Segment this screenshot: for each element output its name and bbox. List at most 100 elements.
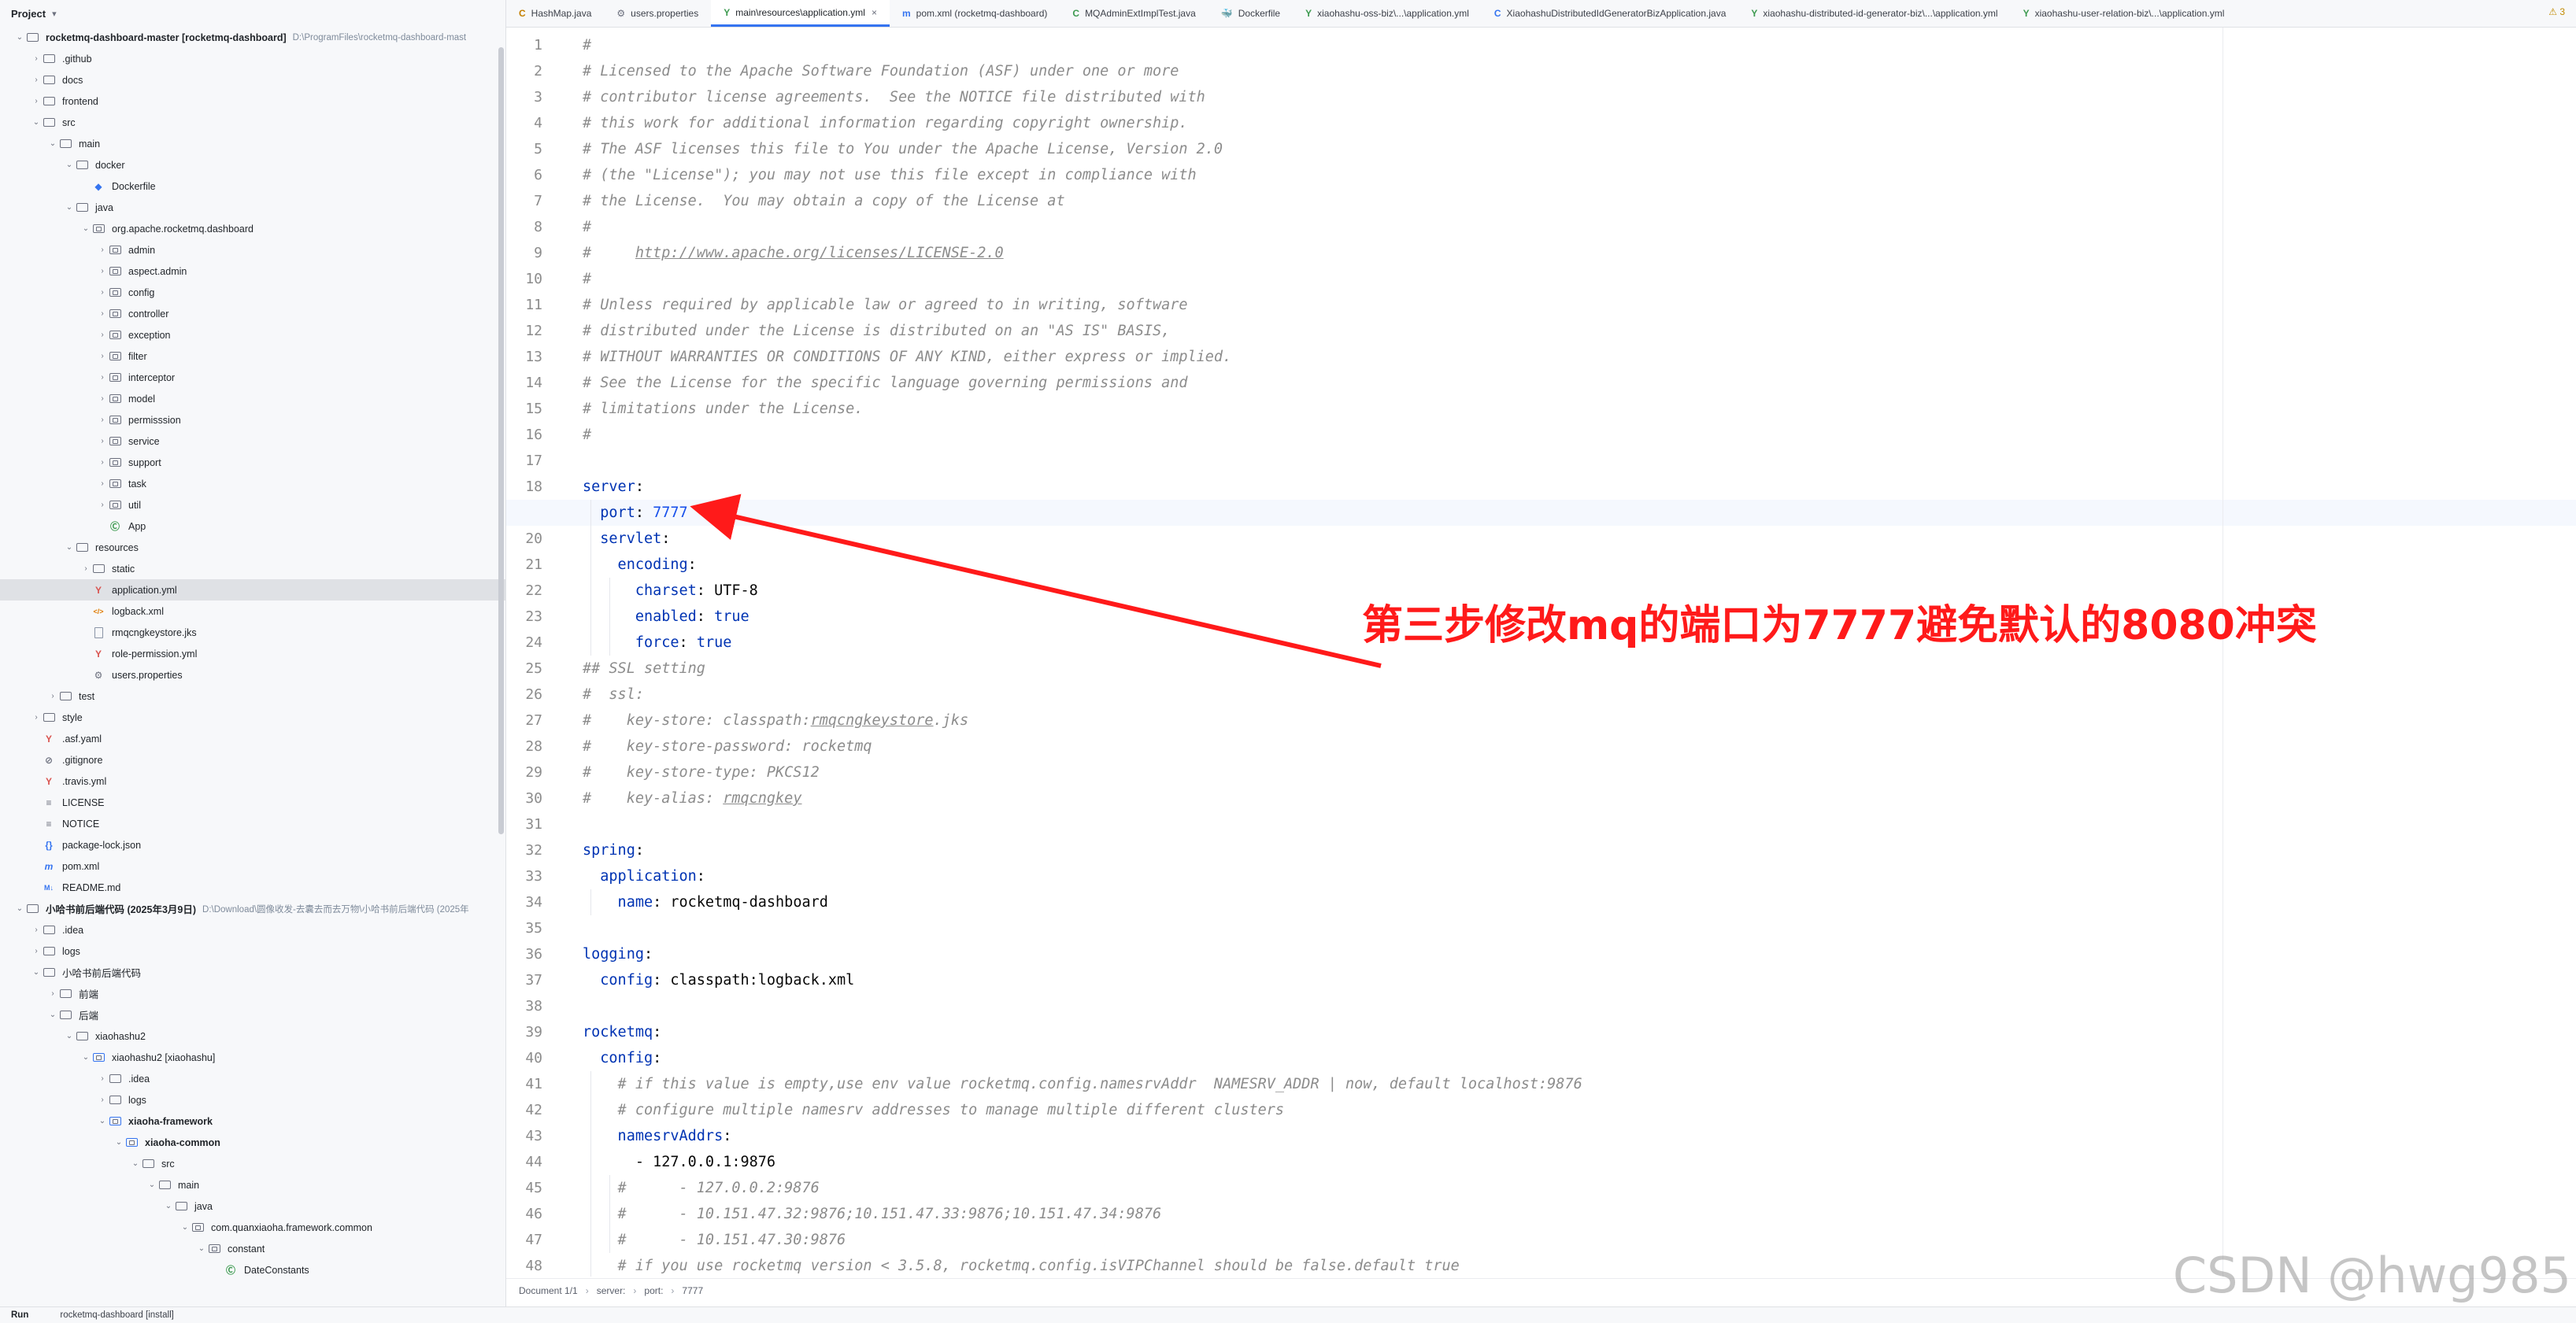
tree-row[interactable]: › exception <box>0 324 505 346</box>
tree-row[interactable]: › docs <box>0 69 505 91</box>
chevron-right-icon[interactable]: › <box>80 564 91 573</box>
tree-row[interactable]: › config <box>0 282 505 303</box>
chevron-right-icon[interactable]: › <box>97 501 108 509</box>
code-line[interactable]: # key-alias: rmqcngkey <box>583 785 2576 811</box>
tree-row[interactable]: › controller <box>0 303 505 324</box>
code-line[interactable]: # the License. You may obtain a copy of … <box>583 188 2576 214</box>
tree-row[interactable]: ≡ LICENSE <box>0 792 505 813</box>
tree-row[interactable]: ⌄ main <box>0 133 505 154</box>
breadcrumb-item[interactable]: server: <box>597 1285 626 1296</box>
tree-row[interactable]: ⌄ src <box>0 112 505 133</box>
code-line[interactable]: # key-store-password: rocketmq <box>583 734 2576 759</box>
editor-tab[interactable]: 🐳 Dockerfile <box>1208 0 1293 27</box>
chevron-down-icon[interactable]: ⌄ <box>146 1181 157 1189</box>
editor-tab[interactable]: C HashMap.java <box>506 0 604 27</box>
tree-row[interactable]: › test <box>0 686 505 707</box>
tree-row[interactable]: › aspect.admin <box>0 261 505 282</box>
code-line[interactable] <box>583 811 2576 837</box>
chevron-down-icon[interactable]: ⌄ <box>14 904 25 913</box>
chevron-down-icon[interactable]: ⌄ <box>47 1011 58 1019</box>
chevron-right-icon[interactable]: › <box>97 309 108 318</box>
tree-row[interactable]: Y .travis.yml <box>0 771 505 792</box>
tree-row[interactable]: ◆ Dockerfile <box>0 176 505 197</box>
tree-row[interactable]: › logs <box>0 941 505 962</box>
tree-row[interactable]: </> logback.xml <box>0 601 505 622</box>
chevron-down-icon[interactable]: ⌄ <box>31 968 42 977</box>
chevron-right-icon[interactable]: › <box>97 437 108 445</box>
code-area[interactable]: # # Licensed to the Apache Software Found… <box>506 28 2576 1277</box>
chevron-right-icon[interactable]: › <box>47 692 58 700</box>
tree-row[interactable]: › admin <box>0 239 505 261</box>
chevron-right-icon[interactable]: › <box>97 331 108 339</box>
tree-row[interactable]: ⌄ java <box>0 1196 505 1217</box>
tree-row[interactable]: ⌄ docker <box>0 154 505 176</box>
tree-row[interactable]: ⌄ xiaoha-common <box>0 1132 505 1153</box>
editor-tab[interactable]: C XiaohashuDistributedIdGeneratorBizAppli… <box>1482 0 1739 27</box>
chevron-down-icon[interactable]: ⌄ <box>130 1159 141 1168</box>
tree-row[interactable]: › model <box>0 388 505 409</box>
chevron-right-icon[interactable]: › <box>31 713 42 722</box>
chevron-down-icon[interactable]: ⌄ <box>97 1117 108 1125</box>
project-scrollbar[interactable] <box>498 47 504 834</box>
chevron-down-icon[interactable]: ⌄ <box>80 1053 91 1062</box>
tree-row[interactable]: ⌄ xiaohashu2 <box>0 1026 505 1047</box>
chevron-right-icon[interactable]: › <box>97 352 108 360</box>
code-line[interactable]: # key-store-type: PKCS12 <box>583 759 2576 785</box>
code-line[interactable]: # distributed under the License is distr… <box>583 318 2576 344</box>
code-line[interactable]: config: <box>583 1045 2576 1071</box>
tree-row[interactable]: › service <box>0 431 505 452</box>
editor-tab[interactable]: Yxiaohashu-distributed-id-generator-biz\… <box>1738 0 2010 27</box>
chevron-down-icon[interactable]: ⌄ <box>64 1032 75 1040</box>
tree-row[interactable]: ⌄ resources <box>0 537 505 558</box>
code-line[interactable]: server: <box>583 474 2576 500</box>
chevron-right-icon[interactable]: › <box>47 989 58 998</box>
chevron-right-icon[interactable]: › <box>97 373 108 382</box>
chevron-right-icon[interactable]: › <box>97 246 108 254</box>
tree-row[interactable]: › style <box>0 707 505 728</box>
code-line[interactable]: application: <box>583 863 2576 889</box>
tree-row[interactable]: ⌄ com.quanxiaoha.framework.common <box>0 1217 505 1238</box>
breadcrumb-item[interactable]: port: <box>644 1285 663 1296</box>
tree-row[interactable]: ⌄ constant <box>0 1238 505 1259</box>
chevron-right-icon[interactable]: › <box>97 288 108 297</box>
code-line[interactable]: # (the "License"); you may not use this … <box>583 162 2576 188</box>
code-editor[interactable]: 1234567891011121314151617181920212223242… <box>506 28 2576 1277</box>
tree-row[interactable]: › .github <box>0 48 505 69</box>
tree-row[interactable]: m pom.xml <box>0 856 505 877</box>
tree-row[interactable]: › static <box>0 558 505 579</box>
tree-row[interactable]: › frontend <box>0 91 505 112</box>
code-line[interactable]: # contributor license agreements. See th… <box>583 84 2576 110</box>
code-line[interactable]: config: classpath:logback.xml <box>583 967 2576 993</box>
code-line[interactable]: port: 7777 <box>506 500 2576 526</box>
chevron-right-icon[interactable]: › <box>97 1096 108 1104</box>
chevron-down-icon[interactable]: ⌄ <box>64 203 75 212</box>
tree-row[interactable]: ⌄ rocketmq-dashboard-master [rocketmq-das… <box>0 27 505 48</box>
code-line[interactable]: # key-store: classpath:rmqcngkeystore.jk… <box>583 708 2576 734</box>
tree-row[interactable]: Yrole-permission.yml <box>0 643 505 664</box>
chevron-down-icon[interactable]: ⌄ <box>64 161 75 169</box>
code-line[interactable]: # limitations under the License. <box>583 396 2576 422</box>
code-line[interactable]: ## SSL setting <box>583 656 2576 682</box>
chevron-right-icon[interactable]: › <box>97 1074 108 1083</box>
editor-tab[interactable]: Ymain\resources\application.yml × <box>711 0 890 27</box>
code-line[interactable]: # <box>583 32 2576 58</box>
tree-row[interactable]: Ⓒ DateConstants <box>0 1259 505 1281</box>
tree-row[interactable]: ⌄ 后端 <box>0 1004 505 1026</box>
chevron-down-icon[interactable]: ⌄ <box>180 1223 191 1232</box>
chevron-right-icon[interactable]: › <box>31 947 42 955</box>
tree-row[interactable]: ⌄ main <box>0 1174 505 1196</box>
tree-row[interactable]: ⌄ src <box>0 1153 505 1174</box>
chevron-down-icon[interactable]: ⌄ <box>196 1244 207 1253</box>
tree-row[interactable]: › support <box>0 452 505 473</box>
code-line[interactable]: # http://www.apache.org/licenses/LICENSE… <box>583 240 2576 266</box>
tree-row[interactable]: {} package-lock.json <box>0 834 505 856</box>
run-tool-label[interactable]: Run <box>11 1310 28 1320</box>
code-line[interactable]: # <box>583 266 2576 292</box>
warnings-badge[interactable]: ⚠ 3 <box>2548 6 2565 17</box>
code-line[interactable] <box>583 993 2576 1019</box>
chevron-right-icon[interactable]: › <box>31 97 42 105</box>
code-line[interactable] <box>583 915 2576 941</box>
code-line[interactable]: # - 127.0.0.2:9876 <box>583 1175 2576 1201</box>
tree-row[interactable]: rmqcngkeystore.jks <box>0 622 505 643</box>
code-line[interactable]: spring: <box>583 837 2576 863</box>
